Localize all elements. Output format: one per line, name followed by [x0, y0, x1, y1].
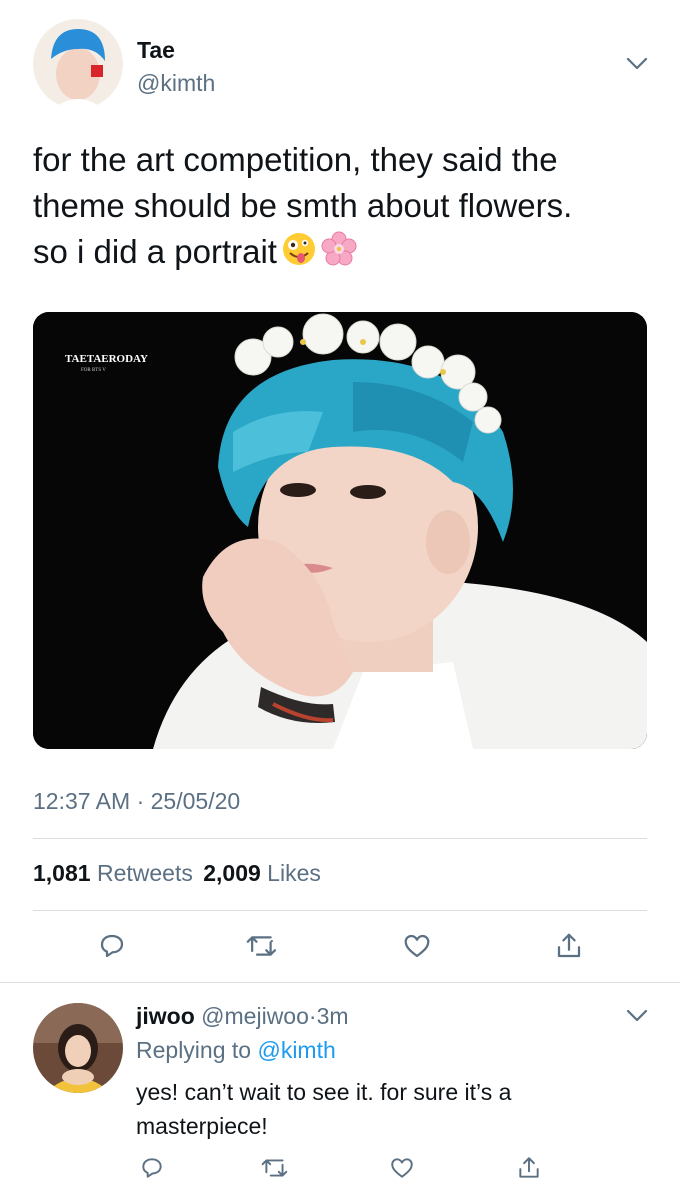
like-icon [391, 1158, 413, 1178]
reply-icon [142, 1158, 162, 1178]
author-avatar[interactable] [33, 19, 123, 109]
tweet-timestamp[interactable]: 12:37 AM · 25/05/20 [33, 788, 240, 815]
tweet-text-line: so i did a portrait [33, 233, 277, 270]
portrait-image: TAETAERODAY FOR BTS V [33, 312, 647, 749]
reply-button[interactable] [135, 1152, 169, 1184]
tweet-stats: 1,081 Retweets 2,009 Likes [33, 860, 321, 887]
like-button[interactable] [397, 928, 437, 964]
share-button[interactable] [512, 1152, 546, 1184]
likes-label: Likes [267, 860, 321, 886]
reply-avatar-image [33, 1003, 123, 1093]
reply-icon [100, 934, 124, 958]
divider [33, 838, 647, 839]
share-icon [519, 1157, 539, 1178]
reply-age[interactable]: 3m [317, 1003, 349, 1029]
author-handle[interactable]: @kimth [137, 70, 215, 97]
photo-watermark-title: TAETAERODAY [65, 353, 148, 365]
divider [33, 910, 647, 911]
replying-to-handle[interactable]: @kimth [257, 1037, 335, 1063]
share-icon [557, 933, 581, 958]
cherry-blossom-emoji [321, 231, 357, 279]
photo-watermark-sub: FOR BTS V [81, 368, 106, 373]
reply-separator: · [308, 1003, 317, 1029]
retweet-button[interactable] [242, 928, 282, 964]
tweet-photo[interactable]: TAETAERODAY FOR BTS V [33, 312, 647, 749]
tweet-text-line: for the art competition, they said the [33, 141, 558, 178]
replying-to: Replying to @kimth [136, 1037, 336, 1064]
author-name[interactable]: Tae [137, 37, 175, 64]
retweets-label: Retweets [96, 860, 193, 886]
retweet-icon [246, 936, 277, 956]
retweet-button[interactable] [258, 1152, 292, 1184]
tweet-date: 25/05/20 [150, 788, 241, 814]
author-avatar-image [33, 19, 123, 109]
share-button[interactable] [549, 928, 589, 964]
tweet-text-line: theme should be smth about flowers. [33, 187, 573, 224]
reply-button[interactable] [92, 928, 132, 964]
reply-author-avatar[interactable] [33, 1003, 123, 1093]
tweet-text: for the art competition, they said the t… [33, 137, 653, 279]
replying-to-label: Replying to [136, 1037, 252, 1063]
likes-stat[interactable]: 2,009 Likes [203, 860, 321, 886]
like-button[interactable] [385, 1152, 419, 1184]
reply-text-line: masterpiece! [136, 1113, 268, 1139]
reply-header: jiwoo @mejiwoo·3m [136, 1003, 349, 1030]
divider [0, 982, 680, 983]
retweets-stat[interactable]: 1,081 Retweets [33, 860, 193, 886]
retweets-count: 1,081 [33, 860, 91, 886]
reply-text-line: yes! can’t wait to see it. for sure it’s… [136, 1079, 512, 1105]
tweet-time: 12:37 AM [33, 788, 131, 814]
meta-separator: · [136, 788, 145, 814]
zany-face-emoji [281, 231, 317, 279]
chevron-down-icon[interactable] [625, 1008, 649, 1029]
reply-author-handle[interactable]: @mejiwoo [201, 1003, 309, 1029]
reply-text: yes! can’t wait to see it. for sure it’s… [136, 1075, 636, 1143]
reply-author-name[interactable]: jiwoo [136, 1003, 195, 1029]
like-icon [404, 934, 430, 958]
retweet-icon [261, 1159, 288, 1177]
likes-count: 2,009 [203, 860, 261, 886]
chevron-down-icon[interactable] [625, 56, 649, 77]
